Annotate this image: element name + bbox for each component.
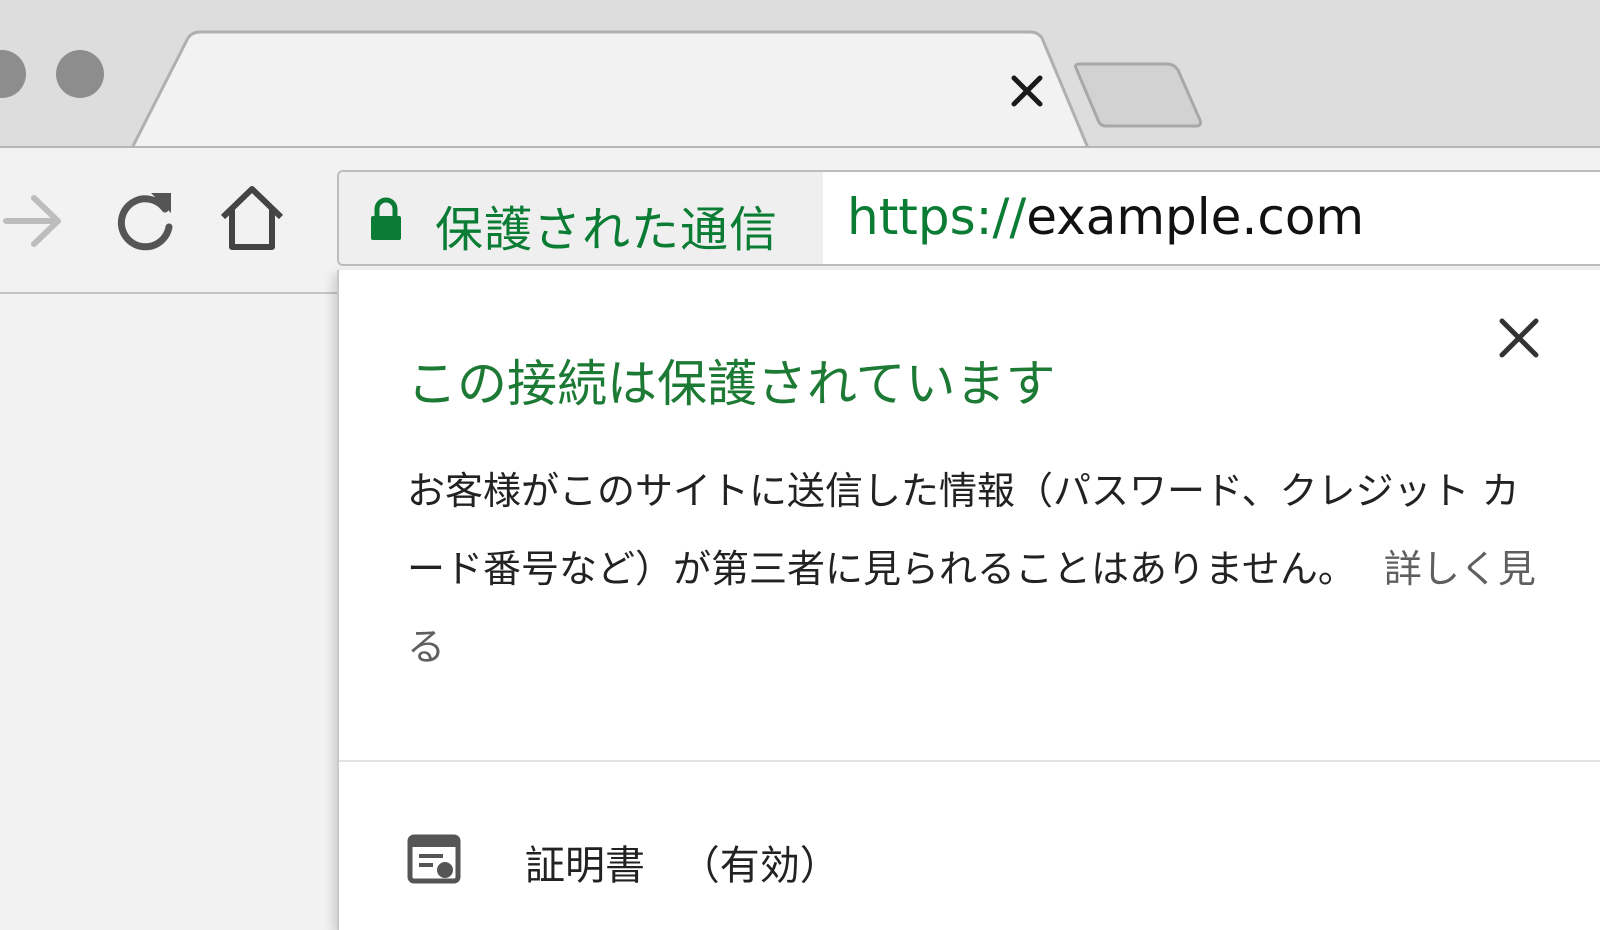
url-text[interactable]: https://example.com <box>847 188 1364 246</box>
home-icon <box>220 186 284 250</box>
arrow-right-icon <box>3 195 61 247</box>
reload-icon <box>117 193 173 251</box>
security-chip[interactable]: 保護された通信 <box>339 172 823 264</box>
url-host: example.com <box>1026 188 1365 246</box>
home-button[interactable] <box>216 182 288 254</box>
lock-icon <box>371 197 401 240</box>
popup-body-text: お客様がこのサイトに送信した情報（パスワード、クレジット カード番号など）が第三… <box>407 469 1520 591</box>
tab-strip <box>0 0 1600 150</box>
forward-button[interactable] <box>0 186 70 256</box>
security-label: 保護された通信 <box>435 202 779 258</box>
tab-close-button[interactable] <box>1002 66 1052 116</box>
certificate-label: 証明書 <box>525 843 645 889</box>
close-icon <box>1499 318 1539 358</box>
reload-button[interactable] <box>110 184 180 254</box>
active-tab[interactable] <box>0 0 1600 150</box>
certificate-icon <box>407 834 461 884</box>
close-icon <box>1011 75 1043 107</box>
page-info-popup: この接続は保護されています お客様がこのサイトに送信した情報（パスワード、クレジ… <box>337 270 1600 930</box>
popup-close-button[interactable] <box>1489 308 1549 368</box>
divider <box>339 760 1600 762</box>
certificate-row[interactable]: 証明書 （有効） <box>525 833 840 891</box>
certificate-status: （有効） <box>679 843 840 889</box>
popup-description: お客様がこのサイトに送信した情報（パスワード、クレジット カード番号など）が第三… <box>407 452 1537 686</box>
new-tab-button[interactable] <box>1070 60 1210 130</box>
new-tab-icon <box>1074 62 1202 128</box>
address-bar[interactable]: 保護された通信 https://example.com <box>337 170 1600 266</box>
url-scheme: https:// <box>847 188 1027 246</box>
popup-title: この接続は保護されています <box>407 355 1056 413</box>
